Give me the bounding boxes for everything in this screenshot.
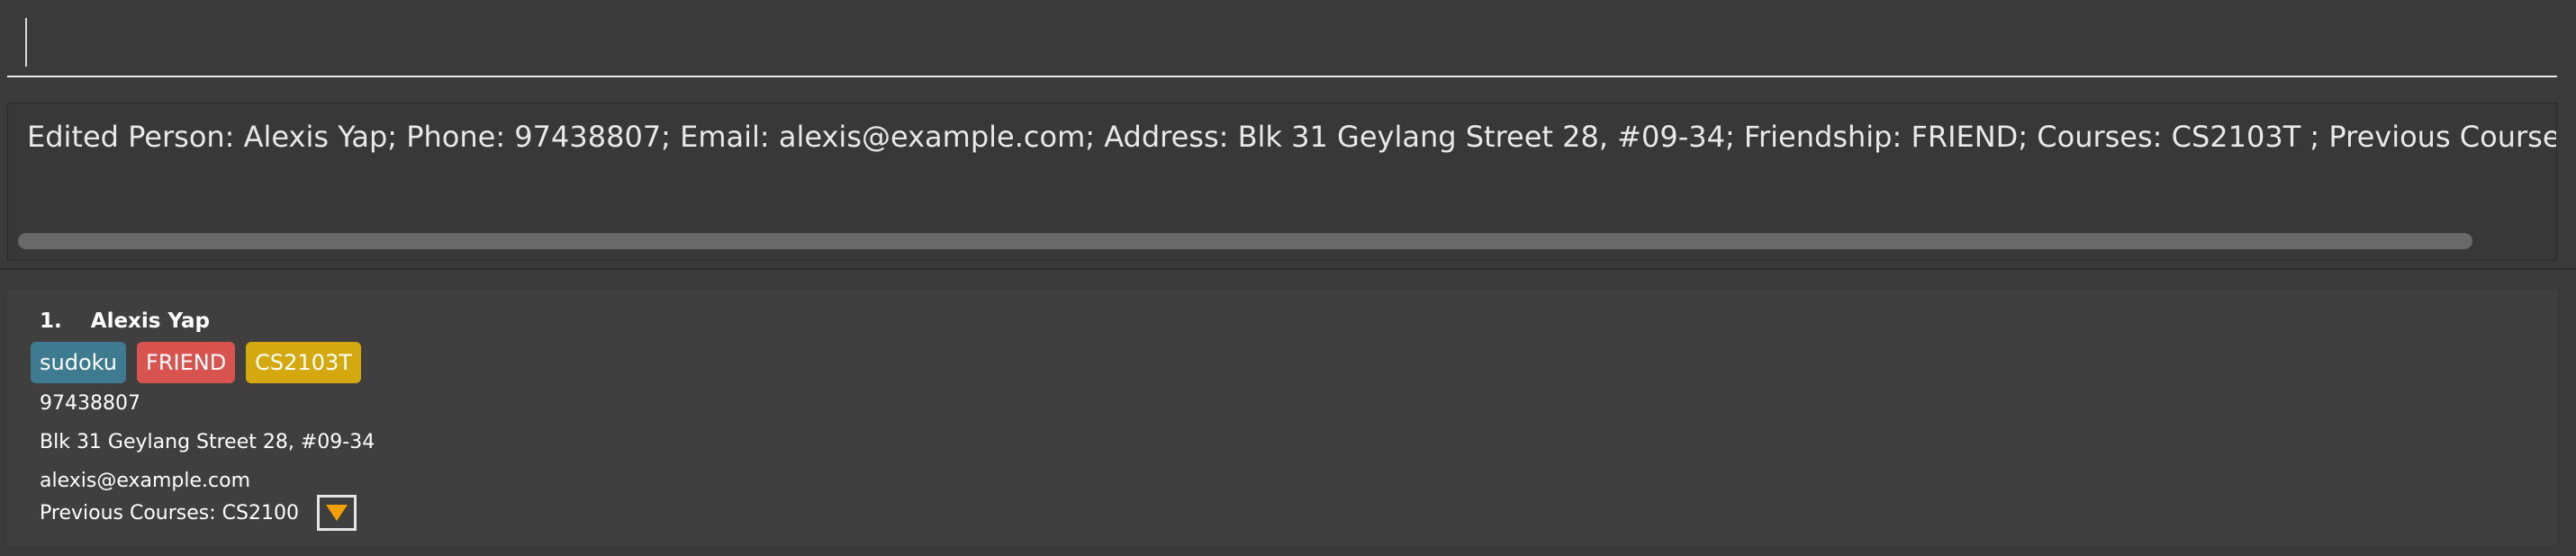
chevron-down-icon [325,505,348,521]
divider [0,268,2576,270]
result-display[interactable]: Edited Person: Alexis Yap; Phone: 974388… [7,103,2557,261]
list-bottom-edge [0,545,2576,556]
previous-courses-label: Previous Courses: CS2100 [40,501,299,525]
result-message: Edited Person: Alexis Yap; Phone: 974388… [27,120,2557,154]
person-card[interactable]: 1. Alexis Yap sudoku FRIEND CS2103T 9743… [7,290,2557,545]
person-address: Blk 31 Geylang Street 28, #09-34 [40,431,375,453]
person-email: alexis@example.com [40,470,251,492]
command-input[interactable] [7,0,2557,77]
person-name: Alexis Yap [90,309,210,333]
command-box [0,0,2576,77]
tag-friendship: FRIEND [137,342,236,383]
person-name-line: 1. Alexis Yap [40,309,210,333]
person-phone: 97438807 [40,392,140,415]
previous-courses-row: Previous Courses: CS2100 [40,495,357,531]
horizontal-scrollbar[interactable] [18,233,2472,249]
text-cursor [25,18,27,67]
previous-courses-dropdown-button[interactable] [316,495,357,531]
tag-course: CS2103T [246,342,361,383]
tag-list: sudoku FRIEND CS2103T [31,342,361,383]
person-index: 1. [40,309,62,333]
tag-sudoku: sudoku [31,342,127,383]
